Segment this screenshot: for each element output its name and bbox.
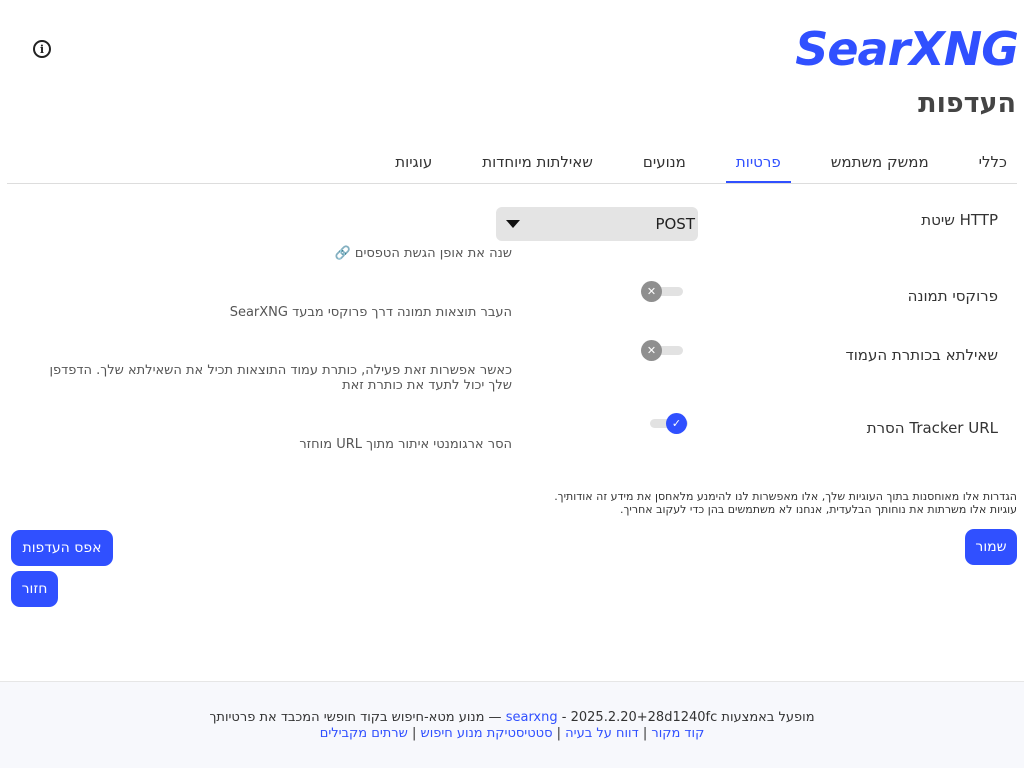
engine-stats-link[interactable]: סטטיסטיקת מנוע חיפוש — [421, 726, 553, 741]
cookie-note-line2: עוגיות אלו משרתות את נוחותך הבלעדית, אנח… — [620, 503, 1017, 516]
back-button[interactable]: חזור — [11, 571, 58, 607]
tab-general[interactable]: כללי — [969, 142, 1017, 183]
page-title: העדפות — [918, 88, 1016, 119]
searxng-link[interactable]: searxng — [506, 710, 558, 725]
footer: מופעל באמצעות searxng - 2025.2.20+28d124… — [0, 681, 1024, 768]
footer-links: קוד מקור | דווח על בעיה | סטטיסטיקת מנוע… — [319, 726, 705, 741]
tracker-url-remover-label: הסרת Tracker URL — [866, 419, 998, 437]
http-method-value: POST — [655, 215, 695, 233]
http-method-select[interactable]: POST — [496, 207, 698, 241]
tab-privacy[interactable]: פרטיות — [725, 142, 791, 183]
searxng-logo[interactable]: SearXNG — [795, 22, 1019, 76]
report-issue-link[interactable]: דווח על בעיה — [565, 726, 639, 741]
http-method-label: שיטת HTTP — [921, 211, 998, 229]
http-method-description: שנה את אופן הגשת הטפסים 🔗 — [334, 246, 512, 261]
source-code-link[interactable]: קוד מקור — [651, 726, 704, 741]
info-icon[interactable]: i — [33, 40, 51, 58]
tab-special-queries[interactable]: שאילתות מיוחדות — [472, 142, 603, 183]
public-instances-link[interactable]: שרתים מקבילים — [320, 726, 408, 741]
footer-powered-by: מופעל באמצעות searxng - 2025.2.20+28d124… — [209, 710, 815, 725]
tab-cookies[interactable]: עוגיות — [385, 142, 442, 183]
save-button[interactable]: שמור — [965, 529, 1017, 565]
query-in-title-label: שאילתא בכותרת העמוד — [845, 346, 998, 364]
image-proxy-label: פרוקסי תמונה — [907, 287, 998, 305]
tracker-url-remover-description: הסר ארגומנטי איתור מתוך URL מוחזר — [299, 437, 512, 452]
chevron-down-icon — [506, 220, 520, 228]
preferences-tabs: כללי ממשק משתמש פרטיות מנועים שאילתות מי… — [7, 142, 1017, 184]
close-icon: ✕ — [641, 340, 662, 361]
close-icon: ✕ — [641, 281, 662, 302]
check-icon: ✓ — [666, 413, 687, 434]
image-proxy-description: העבר תוצאות תמונה דרך פרוקסי מבעד SearXN… — [229, 305, 512, 320]
cookie-note-line1: הגדרות אלו מאוחסנות בתוך העוגיות שלך, אל… — [554, 490, 1017, 503]
tab-engines[interactable]: מנועים — [633, 142, 696, 183]
query-in-title-description: כאשר אפשרות זאת פעילה, כותרת עמוד התוצאו… — [49, 363, 513, 393]
query-in-title-toggle[interactable]: ✕ — [641, 340, 683, 362]
tab-user-interface[interactable]: ממשק משתמש — [821, 142, 939, 183]
version-label: 2025.2.20+28d1240fc — [570, 710, 718, 725]
image-proxy-toggle[interactable]: ✕ — [641, 281, 683, 303]
cookie-note: הגדרות אלו מאוחסנות בתוך העוגיות שלך, אל… — [497, 490, 1017, 516]
link-icon[interactable]: 🔗 — [334, 246, 350, 261]
reset-preferences-button[interactable]: אפס העדפות — [11, 530, 113, 566]
tracker-url-remover-toggle[interactable]: ✓ — [646, 413, 688, 435]
